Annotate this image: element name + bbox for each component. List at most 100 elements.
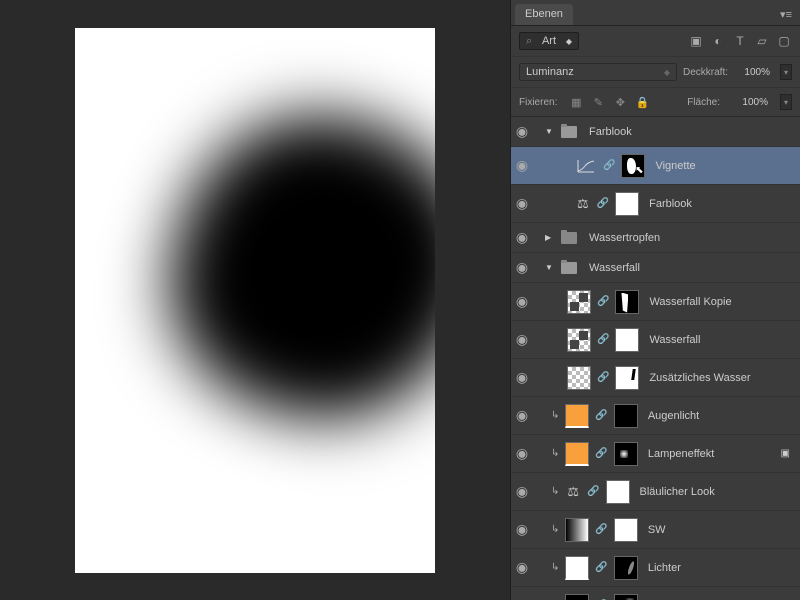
blend-row: Luminanz◆ Deckkraft: 100% ▾ xyxy=(511,57,800,88)
layers-panel: Ebenen ▾≡ ⌕ Art ◆ ▣ ◐ T ▱ ▢ Luminanz◆ De… xyxy=(510,0,800,600)
link-icon[interactable]: 🔗 xyxy=(593,410,609,421)
layer-blaeulicher-look[interactable]: ◉ ↳ ⚖ 🔗 Bläulicher Look xyxy=(511,473,800,511)
layer-sw[interactable]: ◉ ↳ 🔗 SW xyxy=(511,511,800,549)
clip-icon: ↳ xyxy=(549,448,561,459)
layer-name: Lampeneffekt xyxy=(648,448,714,460)
link-icon[interactable]: 🔗 xyxy=(595,372,611,383)
visibility-icon[interactable]: ◉ xyxy=(515,123,529,140)
lock-brush-icon[interactable]: ✎ xyxy=(591,95,605,109)
layer-mask-thumb[interactable] xyxy=(615,192,639,216)
clip-icon: ↳ xyxy=(549,524,561,535)
filter-type-select[interactable]: ⌕ Art ◆ xyxy=(519,32,579,50)
layer-thumb[interactable] xyxy=(567,366,591,390)
layer-name: Wasserfall xyxy=(649,334,700,346)
layer-zusaetzliches-wasser[interactable]: ◉ 🔗 Zusätzliches Wasser xyxy=(511,359,800,397)
gradmap-thumb[interactable] xyxy=(565,518,589,542)
fill-thumb[interactable] xyxy=(565,442,589,466)
layer-mask-thumb[interactable] xyxy=(614,442,638,466)
opacity-label: Deckkraft: xyxy=(683,67,728,78)
link-icon[interactable]: 🔗 xyxy=(595,334,611,345)
layer-thumb[interactable] xyxy=(567,328,591,352)
collapse-icon[interactable]: ▼ xyxy=(545,263,555,272)
link-icon[interactable]: 🔗 xyxy=(593,562,609,573)
layer-lampeneffekt[interactable]: ◉ ↳ 🔗 Lampeneffekt ▣ xyxy=(511,435,800,473)
visibility-icon[interactable]: ◉ xyxy=(515,483,529,500)
layer-mask-thumb[interactable] xyxy=(614,556,638,580)
layer-group-wasserfall[interactable]: ◉ ▼ Wasserfall xyxy=(511,253,800,283)
layer-thumb[interactable] xyxy=(567,290,591,314)
canvas-area xyxy=(0,0,510,600)
filter-pixel-icon[interactable]: ▣ xyxy=(688,33,704,49)
opacity-value[interactable]: 100% xyxy=(734,65,774,80)
layer-name: Wassertropfen xyxy=(589,232,660,244)
layer-name: Bläulicher Look xyxy=(640,486,715,498)
lock-all-icon[interactable]: 🔒 xyxy=(635,95,649,109)
visibility-icon[interactable]: ◉ xyxy=(515,229,529,246)
curves-icon xyxy=(575,159,597,173)
layer-name: Farblook xyxy=(649,198,692,210)
layer-name: Augenlicht xyxy=(648,410,699,422)
visibility-icon[interactable]: ◉ xyxy=(515,259,529,276)
layer-group-wassertropfen[interactable]: ◉ ▶ Wassertropfen xyxy=(511,223,800,253)
layer-name: Lichter xyxy=(648,562,681,574)
layer-name: Wasserfall Kopie xyxy=(649,296,731,308)
layer-mask-thumb[interactable] xyxy=(614,594,638,600)
layer-mask-thumb[interactable] xyxy=(615,290,639,314)
fill-thumb[interactable] xyxy=(565,556,589,580)
visibility-icon[interactable]: ◉ xyxy=(515,521,529,538)
link-icon[interactable]: 🔗 xyxy=(593,524,609,535)
layer-farblook-adj[interactable]: ◉ ⚖ 🔗 Farblook xyxy=(511,185,800,223)
balance-icon: ⚖ xyxy=(565,484,581,500)
layer-augenlicht[interactable]: ◉ ↳ 🔗 Augenlicht xyxy=(511,397,800,435)
panel-menu-icon[interactable]: ▾≡ xyxy=(772,4,800,25)
layer-name: Farblook xyxy=(589,126,632,138)
opacity-arrow-icon[interactable]: ▾ xyxy=(780,64,792,80)
visibility-icon[interactable]: ◉ xyxy=(515,407,529,424)
lock-move-icon[interactable]: ✥ xyxy=(613,95,627,109)
visibility-icon[interactable]: ◉ xyxy=(515,369,529,386)
layer-wasserfall-layer[interactable]: ◉ 🔗 Wasserfall xyxy=(511,321,800,359)
filter-shape-icon[interactable]: ▱ xyxy=(754,33,770,49)
link-icon[interactable]: 🔗 xyxy=(595,198,611,209)
blend-mode-select[interactable]: Luminanz◆ xyxy=(519,63,677,81)
link-icon[interactable]: 🔗 xyxy=(585,486,601,497)
visibility-icon[interactable]: ◉ xyxy=(515,559,529,576)
layer-vignette[interactable]: ◉ 🔗 ⬉ Vignette xyxy=(511,147,800,185)
visibility-icon[interactable]: ◉ xyxy=(515,195,529,212)
expand-icon[interactable]: ▶ xyxy=(545,233,555,242)
layers-tab[interactable]: Ebenen xyxy=(515,4,573,25)
layer-group-farblook[interactable]: ◉ ▼ Farblook xyxy=(511,117,800,147)
document-canvas[interactable] xyxy=(75,28,435,573)
filter-type-icon[interactable]: T xyxy=(732,33,748,49)
layer-mask-thumb[interactable]: ⬉ xyxy=(621,154,645,178)
lock-checker-icon[interactable]: ▦ xyxy=(569,95,583,109)
filter-row: ⌕ Art ◆ ▣ ◐ T ▱ ▢ xyxy=(511,26,800,57)
visibility-icon[interactable]: ◉ xyxy=(515,157,529,174)
layer-mask-thumb[interactable] xyxy=(614,404,638,428)
folder-open-icon xyxy=(561,126,577,138)
link-icon[interactable]: 🔗 xyxy=(601,160,617,171)
fill-thumb[interactable] xyxy=(565,594,589,600)
visibility-icon[interactable]: ◉ xyxy=(515,331,529,348)
layer-wasserfall-kopie[interactable]: ◉ 🔗 Wasserfall Kopie xyxy=(511,283,800,321)
fill-value[interactable]: 100% xyxy=(732,95,772,110)
visibility-icon[interactable]: ◉ xyxy=(515,293,529,310)
visibility-icon[interactable]: ◉ xyxy=(515,445,529,462)
layer-mask-thumb[interactable] xyxy=(614,518,638,542)
link-icon[interactable]: 🔗 xyxy=(593,448,609,459)
collapse-icon[interactable]: ▼ xyxy=(545,127,555,136)
smart-filter-icon[interactable]: ▣ xyxy=(775,446,796,461)
layer-mask-thumb[interactable] xyxy=(615,366,639,390)
fill-thumb[interactable] xyxy=(565,404,589,428)
fill-arrow-icon[interactable]: ▾ xyxy=(780,94,792,110)
layer-mask-thumb[interactable] xyxy=(615,328,639,352)
layer-name: SW xyxy=(648,524,666,536)
filter-adjust-icon[interactable]: ◐ xyxy=(710,33,726,49)
layer-schatten[interactable]: ◉ ↳ 🔗 Schatten xyxy=(511,587,800,600)
filter-smart-icon[interactable]: ▢ xyxy=(776,33,792,49)
link-icon[interactable]: 🔗 xyxy=(595,296,611,307)
layer-lichter[interactable]: ◉ ↳ 🔗 Lichter xyxy=(511,549,800,587)
layer-mask-thumb[interactable] xyxy=(606,480,630,504)
layers-list: ◉ ▼ Farblook ◉ 🔗 ⬉ Vignette ◉ ⚖ 🔗 Farblo… xyxy=(511,117,800,600)
lock-label: Fixieren: xyxy=(519,97,557,108)
